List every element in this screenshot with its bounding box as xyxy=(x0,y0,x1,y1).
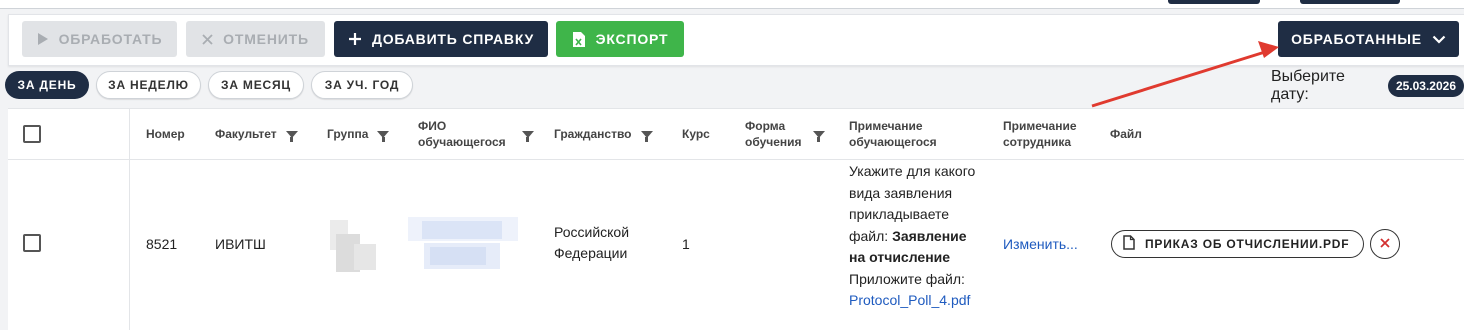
processed-dropdown-button[interactable]: ОБРАБОТАННЫЕ xyxy=(1278,21,1459,57)
col-faculty[interactable]: Факультет xyxy=(215,109,298,159)
plus-icon xyxy=(348,32,362,46)
col-student-note: Примечание обучающегося xyxy=(849,109,937,159)
top-button-stub[interactable] xyxy=(1168,0,1260,4)
date-picker: Выберите дату: 25.03.2026 xyxy=(1271,68,1464,103)
requests-table: Номер Факультет Группа ФИО обучающегося … xyxy=(8,108,1464,330)
file-chip[interactable]: ПРИКАЗ ОБ ОТЧИСЛЕНИИ.PDF xyxy=(1111,230,1365,258)
row-faculty: ИВИТШ xyxy=(215,236,266,252)
play-icon xyxy=(37,32,49,46)
period-week-button[interactable]: ЗА НЕДЕЛЮ xyxy=(96,71,201,99)
col-student-note-label: Примечание обучающегося xyxy=(849,118,937,150)
row-note-file-link[interactable]: Protocol_Poll_4.pdf xyxy=(849,292,970,308)
col-student-note-line2: обучающегося xyxy=(849,135,937,149)
col-citizenship-label: Гражданство xyxy=(554,127,632,141)
col-study-form-label: Форма обучения xyxy=(745,118,802,150)
processed-label: ОБРАБОТАННЫЕ xyxy=(1291,31,1422,47)
row-course: 1 xyxy=(682,236,690,252)
file-chip-label: ПРИКАЗ ОБ ОТЧИСЛЕНИИ.PDF xyxy=(1145,237,1350,251)
row-note-attach-label: Приложите файл: xyxy=(849,270,965,287)
col-group-label: Группа xyxy=(327,127,369,141)
redacted-student-name xyxy=(408,217,518,269)
delete-file-button[interactable] xyxy=(1370,229,1400,259)
export-label: ЭКСПОРТ xyxy=(595,31,669,47)
col-staff-note-line1: Примечание xyxy=(1003,119,1077,133)
row-checkbox[interactable] xyxy=(23,234,41,252)
col-number-label: Номер xyxy=(146,127,185,141)
col-file: Файл xyxy=(1110,109,1142,159)
cancel-button-label: ОТМЕНИТЬ xyxy=(223,31,309,47)
row-citizenship: Российской Федерации xyxy=(554,222,629,264)
col-study-form-line2: обучения xyxy=(745,135,802,149)
edit-staff-note-link[interactable]: Изменить... xyxy=(1003,236,1078,252)
col-citizenship[interactable]: Гражданство xyxy=(554,109,653,159)
chevron-down-icon xyxy=(1432,35,1446,44)
filter-icon[interactable] xyxy=(640,130,653,142)
table-header: Номер Факультет Группа ФИО обучающегося … xyxy=(8,109,1464,160)
export-button[interactable]: ЭКСПОРТ xyxy=(556,21,684,57)
select-all-checkbox[interactable] xyxy=(23,125,41,143)
delete-x-icon xyxy=(1380,235,1390,253)
col-study-form[interactable]: Форма обучения xyxy=(745,109,825,159)
col-number[interactable]: Номер xyxy=(146,109,185,159)
period-year-button[interactable]: ЗА УЧ. ГОД xyxy=(311,71,413,99)
date-value-chip[interactable]: 25.03.2026 xyxy=(1387,75,1464,97)
excel-file-icon xyxy=(572,31,586,48)
col-staff-note-line2: сотрудника xyxy=(1003,135,1072,149)
col-study-form-line1: Форма xyxy=(745,119,786,133)
col-staff-note-label: Примечание сотрудника xyxy=(1003,118,1077,150)
filter-icon[interactable] xyxy=(812,130,825,142)
period-day-button[interactable]: ЗА ДЕНЬ xyxy=(5,71,89,99)
period-month-button[interactable]: ЗА МЕСЯЦ xyxy=(208,71,304,99)
col-course[interactable]: Курс xyxy=(682,109,710,159)
col-staff-note: Примечание сотрудника xyxy=(1003,109,1077,159)
document-icon xyxy=(1123,235,1135,253)
col-student-note-line1: Примечание xyxy=(849,119,923,133)
row-number: 8521 xyxy=(146,236,178,252)
col-course-label: Курс xyxy=(682,127,710,141)
row-citizenship-line1: Российской xyxy=(554,224,630,240)
col-file-label: Файл xyxy=(1110,127,1142,141)
cancel-button[interactable]: ОТМЕНИТЬ xyxy=(186,21,325,57)
redacted-group xyxy=(330,220,376,272)
top-button-stub[interactable] xyxy=(1300,0,1400,4)
col-faculty-label: Факультет xyxy=(215,127,277,141)
row-student-note: Укажите для какого вида заявления прикла… xyxy=(849,161,979,312)
add-certificate-button[interactable]: ДОБАВИТЬ СПРАВКУ xyxy=(334,21,548,57)
process-button-label: ОБРАБОТАТЬ xyxy=(58,31,163,47)
row-citizenship-line2: Федерации xyxy=(554,245,628,261)
process-button[interactable]: ОБРАБОТАТЬ xyxy=(22,21,177,57)
add-certificate-label: ДОБАВИТЬ СПРАВКУ xyxy=(371,31,535,47)
close-icon xyxy=(202,33,213,45)
toolbar: ОБРАБОТАТЬ ОТМЕНИТЬ ДОБАВИТЬ СПРАВКУ ЭКС… xyxy=(8,14,1464,66)
col-fio-line2: обучающегося xyxy=(418,135,506,149)
filter-icon[interactable] xyxy=(377,130,390,142)
col-group[interactable]: Группа xyxy=(327,109,390,159)
date-label: Выберите дату: xyxy=(1271,68,1345,103)
top-strip xyxy=(0,0,1464,9)
col-fio[interactable]: ФИО обучающегося xyxy=(418,109,534,159)
filter-icon[interactable] xyxy=(521,130,534,142)
col-fio-line1: ФИО xyxy=(418,119,447,133)
filter-icon[interactable] xyxy=(285,130,298,142)
col-fio-label: ФИО обучающегося xyxy=(418,118,506,150)
